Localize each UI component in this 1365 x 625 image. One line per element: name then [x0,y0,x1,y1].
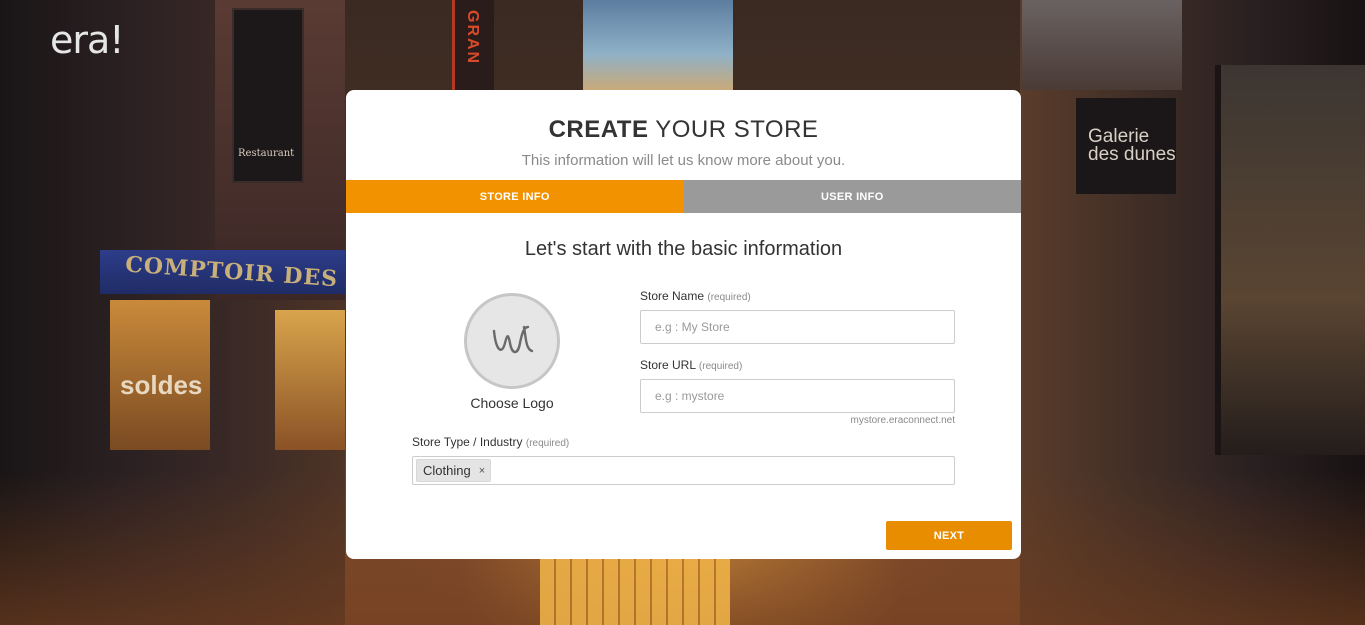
store-name-input[interactable] [640,310,955,344]
page-title: CREATE YOUR STORE [346,116,1021,144]
store-url-hint: mystore.eraconnect.net [850,415,956,426]
create-store-card: CREATE YOUR STORE This information will … [346,90,1021,559]
page-title-rest: YOUR STORE [648,116,819,143]
background-restaurant-sign: Restaurant [232,8,304,183]
page-subtitle: This information will let us know more a… [521,152,846,169]
store-url-label: Store URL (required) [640,358,742,372]
store-url-label-text: Store URL [640,358,696,372]
background-restaurant-sign-text: Restaurant [238,148,295,159]
background-galerie-sign: Galerie des dunes [1076,98,1176,194]
store-url-input[interactable] [640,379,955,413]
wizard-tabs: STORE INFO USER INFO [346,180,1021,213]
store-type-label-text: Store Type / Industry [412,435,523,449]
tag-chip-label: Clothing [423,463,471,478]
required-marker: (required) [707,292,751,303]
section-heading: Let's start with the basic information [524,238,843,260]
background-gran-sign: GRAN [452,0,494,90]
background-cobblestones [540,558,730,625]
era-logo[interactable]: era! [50,18,125,62]
required-marker: (required) [525,438,570,449]
tab-user-info[interactable]: USER INFO [683,180,1021,213]
required-marker: (required) [698,361,743,372]
store-name-label: Store Name (required) [640,289,751,303]
store-name-label-text: Store Name [640,289,705,303]
background-sky [583,0,733,90]
tab-store-info[interactable]: STORE INFO [346,180,684,213]
background-soldes-text: soldes [120,370,203,400]
background-gran-sign-text: GRAN [464,10,481,66]
store-type-label: Store Type / Industry (required) [412,435,569,449]
choose-logo-label[interactable]: Choose Logo [442,395,582,411]
tag-chip: Clothing × [416,459,492,482]
background-right-window [1215,65,1365,455]
background-galerie-sign-text: Galerie des dunes [1088,126,1176,165]
next-button[interactable]: NEXT [886,521,1012,550]
squiggle-w-icon [492,325,534,354]
store-type-tag-input[interactable]: Clothing × [412,456,955,485]
background-right-upper [1022,0,1182,90]
close-icon[interactable]: × [479,465,485,477]
background-shop-window-2 [275,310,345,450]
page-title-bold: CREATE [548,116,649,143]
logo-upload-button[interactable] [464,293,560,389]
